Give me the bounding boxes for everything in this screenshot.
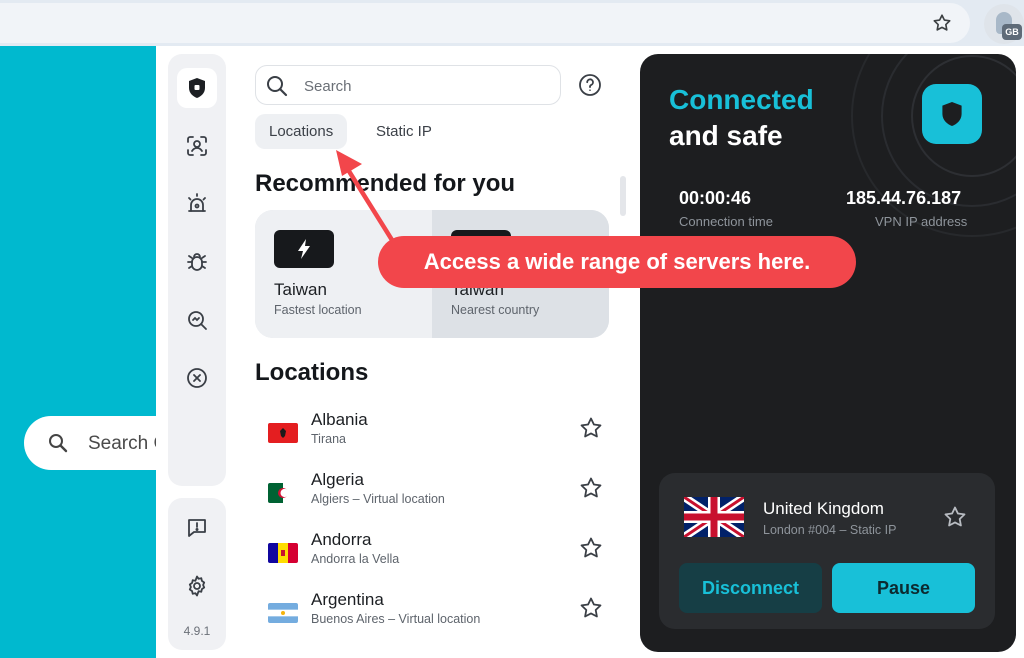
browser-toolbar: GB (0, 0, 1024, 46)
nav-dark-web[interactable] (177, 300, 217, 340)
nav-vpn[interactable] (177, 68, 217, 108)
favorite-star-icon[interactable] (579, 416, 603, 440)
vpn-popup: 4.9.1 Search Locations Static IP Recomme… (156, 46, 1024, 658)
disconnect-button[interactable]: Disconnect (679, 563, 822, 613)
connection-time: 00:00:46 (679, 188, 752, 208)
tab-static-ip[interactable]: Static IP (362, 114, 446, 149)
nav-settings[interactable] (177, 566, 217, 606)
vpn-status-badge (922, 84, 982, 144)
location-city: Buenos Aires – Virtual location (311, 612, 481, 626)
location-list-scrollbar[interactable] (620, 176, 626, 216)
current-server-card: United Kingdom London #004 – Static IP D… (659, 473, 995, 629)
address-bar[interactable] (0, 3, 970, 43)
server-detail: London #004 – Static IP (763, 523, 897, 537)
app-version: 4.9.1 (183, 624, 211, 638)
albania-flag-icon (268, 423, 298, 443)
location-name: Albania (311, 410, 368, 429)
favorite-star-icon[interactable] (579, 536, 603, 560)
favorite-star-icon[interactable] (579, 596, 603, 620)
search-magnify-icon (188, 311, 207, 330)
recommended-sub: Nearest country (451, 303, 540, 317)
nav-threat[interactable] (177, 242, 217, 282)
location-city: Algiers – Virtual location (311, 492, 445, 506)
search-placeholder: Search (304, 78, 352, 95)
close-circle-icon (187, 368, 207, 388)
argentina-flag-icon (268, 603, 298, 623)
vpn-ip-label: VPN IP address (875, 214, 968, 229)
vpn-ip: 185.44.76.187 (846, 188, 962, 208)
recommended-name: Taiwan (274, 280, 327, 299)
andorra-flag-icon (268, 543, 298, 563)
vpn-extension-button[interactable]: GB (984, 4, 1024, 44)
location-city: Tirana (311, 432, 346, 446)
search-icon (49, 434, 68, 453)
sidebar-nav (168, 54, 226, 486)
feedback-icon (188, 519, 206, 537)
gear-icon (188, 575, 206, 597)
location-name: Algeria (311, 470, 364, 489)
nav-feedback[interactable] (177, 508, 217, 548)
location-row-albania[interactable]: Albania Tirana (255, 410, 609, 470)
location-row-argentina[interactable]: Argentina Buenos Aires – Virtual locatio… (255, 590, 609, 650)
location-city: Andorra la Vella (311, 552, 400, 566)
annotation-callout: Access a wide range of servers here. (378, 236, 856, 288)
person-scan-icon (187, 136, 207, 156)
shield-icon (942, 102, 962, 126)
location-name: Andorra (311, 530, 372, 549)
algeria-flag-icon (268, 483, 298, 503)
connection-time-label: Connection time (679, 214, 773, 229)
alarm-icon (188, 193, 206, 212)
connection-panel: Connected and safe 00:00:46 Connection t… (640, 54, 1016, 652)
search-icon (267, 76, 288, 97)
pause-button[interactable]: Pause (832, 563, 975, 613)
uk-flag-icon (684, 497, 744, 537)
tab-locations[interactable]: Locations (255, 114, 348, 149)
favorite-star-icon[interactable] (943, 505, 967, 529)
bolt-icon (298, 239, 310, 259)
locations-heading: Locations (255, 359, 369, 386)
sidebar-footer: 4.9.1 (168, 498, 226, 650)
extension-badge: GB (1002, 24, 1022, 40)
recommended-sub: Fastest location (274, 303, 362, 317)
nav-blocker[interactable] (177, 358, 217, 398)
status-title: Connected (669, 84, 814, 115)
location-name: Argentina (311, 590, 384, 609)
server-name: United Kingdom (763, 499, 884, 518)
favorite-star-icon[interactable] (579, 476, 603, 500)
shield-icon (189, 78, 205, 98)
nav-identity[interactable] (177, 126, 217, 166)
location-row-algeria[interactable]: Algeria Algiers – Virtual location (255, 470, 609, 530)
help-icon[interactable] (578, 73, 602, 97)
nav-alerts[interactable] (177, 184, 217, 224)
recommended-heading: Recommended for you (255, 170, 516, 197)
status-subtitle: and safe (669, 120, 783, 151)
bug-icon (187, 253, 207, 271)
location-search-input[interactable]: Search (255, 65, 561, 105)
fastest-badge (274, 230, 334, 268)
location-row-andorra[interactable]: Andorra Andorra la Vella (255, 530, 609, 590)
bookmark-star-icon[interactable] (931, 12, 953, 34)
